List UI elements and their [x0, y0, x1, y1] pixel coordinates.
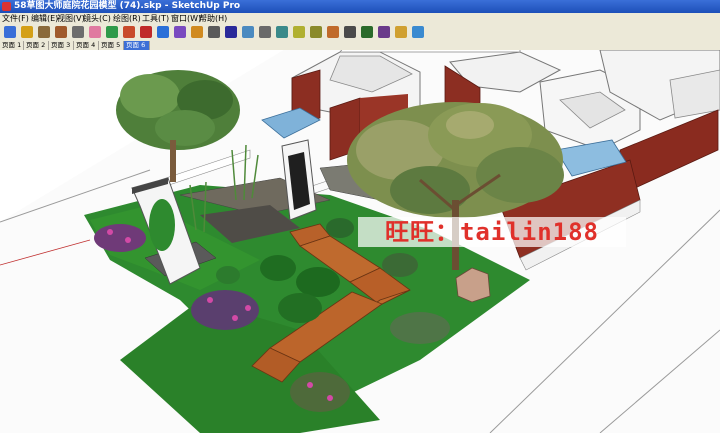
menu-camera[interactable]: 镜头(C) — [83, 13, 111, 24]
warehouse-icon[interactable] — [412, 26, 424, 38]
sketchup-app-icon — [2, 2, 11, 11]
menu-bar: 文件(F) 编辑(E) 视图(V) 镜头(C) 绘图(R) 工具(T) 窗口(W… — [0, 13, 720, 24]
tab-page-3[interactable]: 页面 3 — [49, 41, 74, 50]
title-bar: 58草图大师庭院花园模型 (74).skp - SketchUp Pro — [0, 0, 720, 13]
watermark: 旺旺：tailin188 — [358, 217, 626, 247]
menu-file[interactable]: 文件(F) — [2, 13, 29, 24]
section-plane-icon[interactable] — [378, 26, 390, 38]
orbit-icon[interactable] — [225, 26, 237, 38]
offset-icon[interactable] — [174, 26, 186, 38]
eraser-icon[interactable] — [89, 26, 101, 38]
pan-icon[interactable] — [242, 26, 254, 38]
protractor-icon[interactable] — [327, 26, 339, 38]
move-icon[interactable] — [140, 26, 152, 38]
menu-draw[interactable]: 绘图(R) — [113, 13, 141, 24]
arc-icon[interactable] — [72, 26, 84, 38]
menu-tools[interactable]: 工具(T) — [142, 13, 169, 24]
menu-edit[interactable]: 编辑(E) — [31, 13, 58, 24]
menu-window[interactable]: 窗口(W) — [171, 13, 201, 24]
tab-page-2[interactable]: 页面 2 — [24, 41, 49, 50]
window-title: 58草图大师庭院花园模型 (74).skp - SketchUp Pro — [14, 1, 241, 11]
tab-page-5[interactable]: 页面 5 — [99, 41, 124, 50]
menu-help[interactable]: 帮助(H) — [199, 13, 227, 24]
toolbar — [0, 24, 720, 42]
components-icon[interactable] — [395, 26, 407, 38]
tape-measure-icon[interactable] — [293, 26, 305, 38]
rectangle-icon[interactable] — [38, 26, 50, 38]
tab-page-6[interactable]: 页面 6 — [124, 41, 150, 50]
follow-me-icon[interactable] — [208, 26, 220, 38]
rotate-icon[interactable] — [157, 26, 169, 38]
zoom-extents-icon[interactable] — [276, 26, 288, 38]
menu-view[interactable]: 视图(V) — [57, 13, 85, 24]
tab-page-4[interactable]: 页面 4 — [74, 41, 99, 50]
pencil-icon[interactable] — [21, 26, 33, 38]
scale-icon[interactable] — [191, 26, 203, 38]
3d-text-icon[interactable] — [361, 26, 373, 38]
circle-icon[interactable] — [55, 26, 67, 38]
zoom-icon[interactable] — [259, 26, 271, 38]
scene-tabs: 页面 1 页面 2 页面 3 页面 4 页面 5 页面 6 — [0, 41, 720, 50]
push-pull-icon[interactable] — [123, 26, 135, 38]
tab-page-1[interactable]: 页面 1 — [0, 41, 24, 50]
text-icon[interactable] — [344, 26, 356, 38]
paint-bucket-icon[interactable] — [106, 26, 118, 38]
dimension-icon[interactable] — [310, 26, 322, 38]
select-arrow-icon[interactable] — [4, 26, 16, 38]
